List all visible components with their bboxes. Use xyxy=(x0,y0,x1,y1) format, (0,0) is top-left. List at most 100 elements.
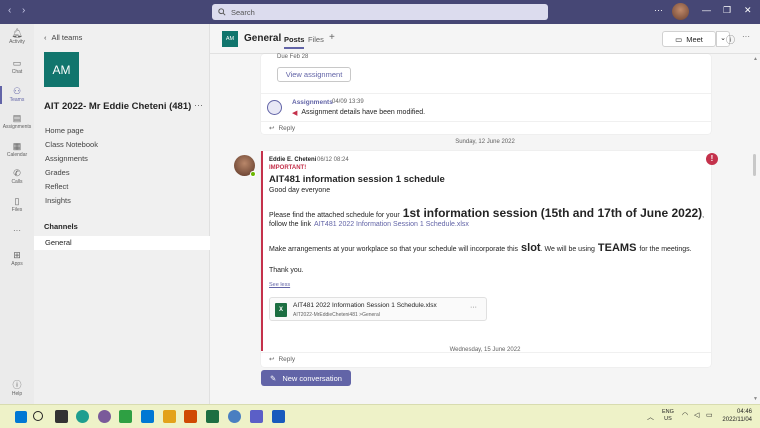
reply-label: Reply xyxy=(278,124,296,132)
channel-title: General xyxy=(244,33,282,44)
rail-assignments[interactable]: ▤ Assignments xyxy=(0,113,34,130)
nav-assignments[interactable]: Assignments xyxy=(45,154,88,163)
rail-label: Files xyxy=(11,207,23,213)
rail-label: Activity xyxy=(9,39,25,45)
taskbar: ︿ ENG US ◠ ◁ ▭ 04:46 2022/11/04 xyxy=(0,404,760,428)
see-less-link[interactable]: See less xyxy=(269,282,290,288)
calendar-icon: ▦ xyxy=(12,141,22,151)
more-options-icon[interactable]: ··· xyxy=(654,5,663,15)
title-bar: ‹ › Search ··· — ❐ ✕ xyxy=(0,0,760,24)
rail-files[interactable]: ▯ Files xyxy=(0,196,34,213)
meet-button[interactable]: ▭ Meet xyxy=(662,31,716,47)
lang-region: US xyxy=(664,416,672,422)
p1-text: Please find the attached schedule for yo… xyxy=(269,212,400,219)
search-icon[interactable] xyxy=(33,411,43,421)
file-path: AIT2022-MrEddieCheteni481 >General xyxy=(293,312,380,318)
rail-teams[interactable]: ⚇ Teams xyxy=(0,86,34,104)
excel-file-icon: X xyxy=(275,303,287,317)
view-assignment-button[interactable]: View assignment xyxy=(277,67,351,82)
add-tab-icon[interactable]: + xyxy=(329,32,335,43)
p3-teams: TEAMS xyxy=(597,242,637,254)
edge-icon[interactable] xyxy=(76,410,89,423)
channel-general[interactable]: General xyxy=(34,236,210,250)
tab-posts[interactable]: Posts xyxy=(284,35,305,49)
rail-more[interactable]: ··· xyxy=(0,226,34,235)
all-teams-link[interactable]: ‹ All teams xyxy=(44,33,82,42)
scroll-down-icon[interactable]: ▼ xyxy=(753,396,758,402)
rail-chat[interactable]: ▭ Chat xyxy=(0,58,34,75)
date-separator: Sunday, 12 June 2022 xyxy=(455,139,515,145)
office-icon[interactable] xyxy=(184,410,197,423)
team-more-icon[interactable]: ··· xyxy=(194,100,203,110)
back-arrow-icon[interactable]: ‹ xyxy=(8,5,11,16)
apps-icon: ⊞ xyxy=(13,250,21,260)
rail-label: Apps xyxy=(11,261,23,267)
p2-text: follow the link xyxy=(269,221,312,228)
megaphone-icon: ◀ xyxy=(292,110,298,117)
nav-grades[interactable]: Grades xyxy=(45,168,70,177)
rail-calls[interactable]: ✆ Calls xyxy=(0,168,34,185)
rail-calendar[interactable]: ▦ Calendar xyxy=(0,141,34,158)
forward-arrow-icon[interactable]: › xyxy=(22,5,25,16)
divider xyxy=(261,93,711,94)
rail-apps[interactable]: ⊞ Apps xyxy=(0,250,34,267)
phone-icon: ✆ xyxy=(13,168,21,178)
close-icon[interactable]: ✕ xyxy=(744,5,752,16)
bell-icon: 🔔︎ xyxy=(11,28,23,38)
p3-text: Make arrangements at your workplace so t… xyxy=(269,246,519,253)
chevron-up-icon[interactable]: ︿ xyxy=(647,412,654,422)
browser-icon[interactable] xyxy=(98,410,111,423)
maximize-icon[interactable]: ❐ xyxy=(723,5,731,16)
reply-button[interactable]: ↩ Reply xyxy=(269,124,296,133)
word-icon[interactable] xyxy=(272,410,285,423)
speaker-icon[interactable]: ◁ xyxy=(694,411,699,419)
channel-header: AM General Posts Files + ▭ Meet ⌄ ⓘ ··· xyxy=(210,24,760,54)
teams-icon: ⚇ xyxy=(12,86,22,96)
rail-label: Assignments xyxy=(2,124,32,130)
wifi-icon[interactable]: ◠ xyxy=(682,411,688,419)
clock[interactable]: 04:46 2022/11/04 xyxy=(718,408,752,424)
task-view-icon[interactable] xyxy=(55,410,68,423)
nav-class-notebook[interactable]: Class Notebook xyxy=(45,140,98,149)
info-icon[interactable]: ⓘ xyxy=(726,33,735,46)
new-conversation-button[interactable]: ✎ New conversation xyxy=(261,370,351,386)
teams-taskbar-icon[interactable] xyxy=(250,410,263,423)
store-icon[interactable] xyxy=(141,410,154,423)
meet-label: Meet xyxy=(686,34,703,44)
assign-author: Assignments xyxy=(292,99,333,106)
clock-date: 2022/11/04 xyxy=(722,417,752,423)
file-more-icon[interactable]: ··· xyxy=(470,304,477,311)
language-indicator[interactable]: ENG US xyxy=(662,409,674,423)
file-attachment[interactable]: X AIT481 2022 Information Session 1 Sche… xyxy=(269,297,487,321)
tab-files[interactable]: Files xyxy=(308,35,324,44)
app-icon[interactable] xyxy=(228,410,241,423)
channel-more-icon[interactable]: ··· xyxy=(742,32,750,41)
rail-label: Teams xyxy=(9,97,25,103)
video-camera-icon: ▭ xyxy=(675,34,683,44)
scroll-up-icon[interactable]: ▲ xyxy=(753,56,758,62)
rail-label: Calendar xyxy=(6,152,28,158)
windows-start-icon[interactable] xyxy=(15,411,27,423)
folder-icon[interactable] xyxy=(163,410,176,423)
schedule-link[interactable]: AIT481 2022 Information Session 1 Schedu… xyxy=(314,221,469,228)
presence-icon xyxy=(250,171,256,177)
rail-help[interactable]: ⓘ Help xyxy=(0,380,34,397)
excel-icon[interactable] xyxy=(206,410,219,423)
battery-icon[interactable]: ▭ xyxy=(706,411,713,419)
user-avatar[interactable] xyxy=(672,3,689,20)
important-label: IMPORTANT! xyxy=(269,165,307,171)
nav-reflect[interactable]: Reflect xyxy=(45,182,68,191)
more-icon: ··· xyxy=(13,226,21,235)
lang-code: ENG xyxy=(662,409,674,415)
channel-main: AM General Posts Files + ▭ Meet ⌄ ⓘ ··· … xyxy=(210,24,760,404)
reply-button[interactable]: ↩ Reply xyxy=(269,355,295,364)
nav-insights[interactable]: Insights xyxy=(45,196,71,205)
nav-home-page[interactable]: Home page xyxy=(45,126,84,135)
search-input[interactable]: Search xyxy=(212,4,548,20)
app-icon[interactable] xyxy=(119,410,132,423)
post-paragraph-2: follow the link AIT481 2022 Information … xyxy=(269,221,469,228)
rail-activity[interactable]: 🔔︎ Activity xyxy=(0,28,34,45)
scrollbar-thumb[interactable] xyxy=(753,154,756,176)
search-icon xyxy=(218,8,226,16)
minimize-icon[interactable]: — xyxy=(702,5,711,15)
